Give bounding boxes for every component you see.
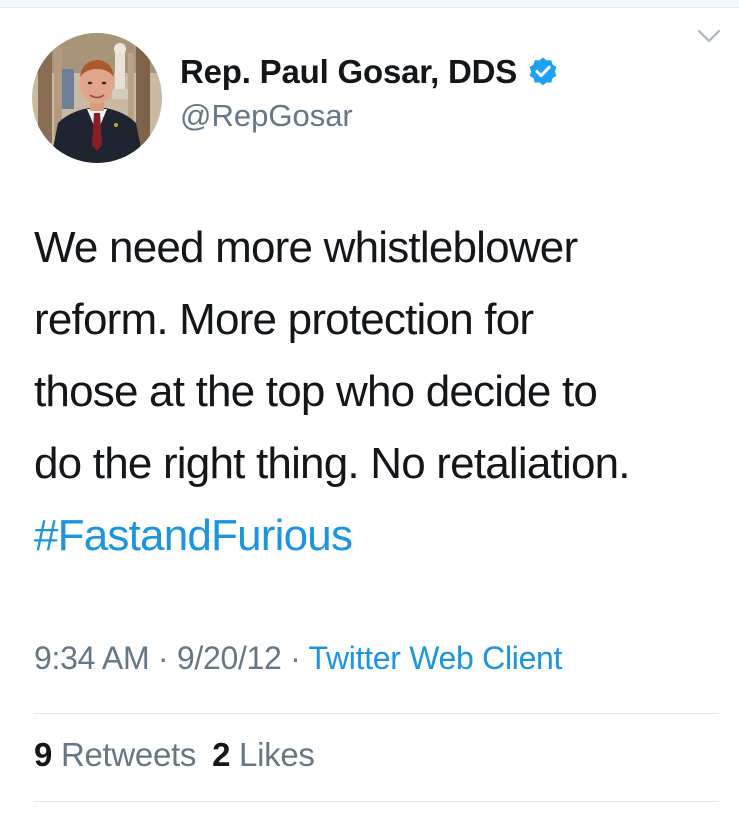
likes-stat[interactable]: 2 Likes [212, 736, 315, 773]
tweet-text-line: those at the top who decide to [34, 367, 598, 416]
meta-separator: · [290, 640, 301, 676]
author-handle[interactable]: @RepGosar [180, 98, 353, 134]
tweet-time[interactable]: 9:34 AM [34, 640, 150, 676]
tweet-date[interactable]: 9/20/12 [177, 640, 282, 676]
hashtag-link[interactable]: #FastandFurious [34, 500, 714, 572]
tweet-text-line: reform. More protection for [34, 295, 534, 344]
retweets-count: 9 [34, 736, 53, 773]
retweets-stat[interactable]: 9 Retweets [34, 736, 196, 773]
meta-separator: · [157, 640, 169, 676]
top-rule [0, 0, 739, 8]
likes-count: 2 [212, 736, 231, 773]
tweet-source-link[interactable]: Twitter Web Client [309, 640, 563, 676]
retweets-label: Retweets [60, 736, 197, 773]
tweet-stats: 9 Retweets 2 Likes [34, 736, 315, 774]
author-row: Rep. Paul Gosar, DDS [180, 52, 559, 92]
divider [34, 801, 719, 802]
tweet-meta: 9:34 AM · 9/20/12 · Twitter Web Client [34, 640, 562, 677]
tweet-text-line: do the right thing. No retaliation. [34, 439, 631, 488]
likes-label: Likes [239, 736, 315, 773]
tweet-text: We need more whistleblower reform. More … [34, 212, 714, 572]
divider [34, 713, 719, 714]
chevron-down-icon[interactable] [697, 28, 721, 44]
verified-badge-icon [527, 56, 559, 88]
tweet-text-line: We need more whistleblower [34, 223, 578, 272]
avatar[interactable] [32, 33, 162, 163]
author-display-name[interactable]: Rep. Paul Gosar, DDS [180, 53, 517, 91]
